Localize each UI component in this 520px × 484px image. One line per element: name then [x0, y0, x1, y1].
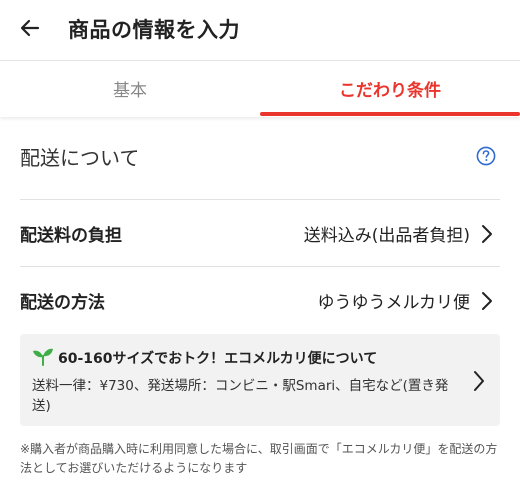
sprout-icon	[33, 348, 53, 366]
chevron-right-icon	[482, 225, 492, 243]
shipping-method-label: 配送の方法	[20, 293, 105, 313]
arrow-left-icon	[20, 19, 40, 37]
shipping-fee-value: 送料込み(出品者負担)	[303, 226, 470, 246]
shipping-method-value: ゆうゆうメルカリ便	[317, 293, 471, 313]
section-title: 配送について	[20, 146, 140, 170]
eco-banner-title: 60-160サイズでおトク！エコメルカリ便について	[58, 351, 378, 367]
question-circle-icon[interactable]	[476, 146, 496, 166]
shipping-fee-label: 配送料の負担	[20, 226, 122, 246]
eco-banner-description: 送料一律：¥730、発送場所：コンビニ・駅Smari、自宅など(置き発送)	[32, 378, 449, 414]
active-tab-indicator	[260, 112, 520, 116]
eco-mercari-banner[interactable]: 60-160サイズでおトク！エコメルカリ便について 送料一律：¥730、発送場所…	[20, 334, 500, 426]
chevron-right-icon	[482, 292, 492, 310]
app-header: 商品の情報を入力	[0, 0, 520, 56]
page-title: 商品の情報を入力	[68, 18, 240, 42]
chevron-right-icon	[474, 371, 484, 391]
shipping-fee-row[interactable]: 配送料の負担 送料込み(出品者負担)	[0, 200, 520, 266]
tab-bar: 基本 こだわり条件	[0, 60, 520, 117]
back-button[interactable]	[14, 12, 46, 44]
footnote: ※購入者が商品購入時に利用同意した場合に、取引画面で「エコメルカリ便」を配送の方…	[20, 442, 498, 475]
shipping-method-row[interactable]: 配送の方法 ゆうゆうメルカリ便	[0, 267, 520, 333]
tab-preferences[interactable]: こだわり条件	[260, 61, 520, 116]
tab-basic[interactable]: 基本	[0, 61, 260, 116]
